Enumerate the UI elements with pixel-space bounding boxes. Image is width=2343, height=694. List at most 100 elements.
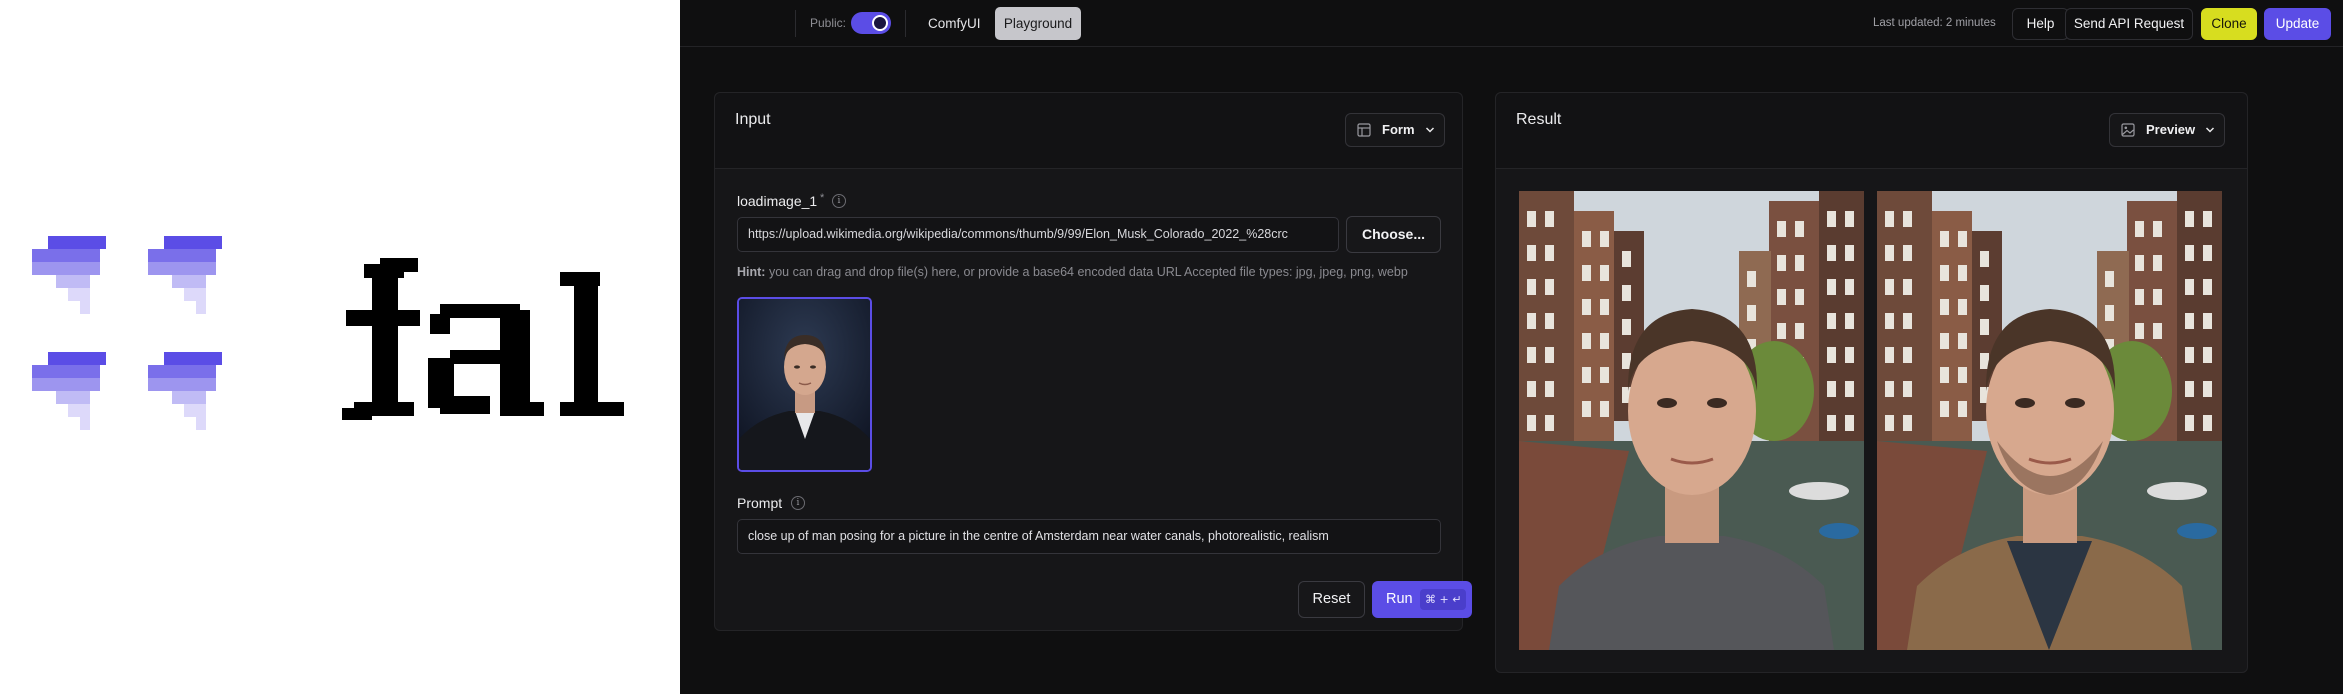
window — [2153, 221, 2162, 237]
window — [2185, 347, 2194, 363]
window — [1545, 279, 1554, 295]
window — [1958, 231, 1967, 247]
last-updated-text: Last updated: 2 minutes — [1873, 17, 1996, 29]
result-panel-title: Result — [1516, 111, 1562, 128]
tab-playground[interactable]: Playground — [995, 7, 1081, 40]
window — [1777, 255, 1786, 271]
logo-step — [32, 262, 100, 275]
window — [2185, 245, 2194, 261]
window — [1827, 313, 1836, 329]
window — [1903, 415, 1912, 431]
logo-step — [32, 365, 100, 378]
tab-comfyui[interactable]: ComfyUI — [918, 7, 991, 40]
logo-step — [48, 352, 106, 365]
eye — [2065, 398, 2085, 408]
result-image[interactable] — [1519, 191, 1864, 650]
window — [2203, 347, 2212, 363]
window — [1747, 271, 1756, 287]
window — [2203, 313, 2212, 329]
window — [1845, 245, 1854, 261]
logo-step — [32, 249, 100, 262]
chevron-down-icon — [1425, 127, 1435, 133]
clone-button[interactable]: Clone — [2201, 8, 2257, 40]
window — [1885, 347, 1894, 363]
window — [1958, 367, 1967, 383]
window — [1545, 211, 1554, 227]
logo-step — [80, 301, 90, 314]
window — [1903, 279, 1912, 295]
logo-letter-block — [342, 408, 372, 420]
input-panel-title: Input — [735, 111, 771, 128]
window — [1845, 279, 1854, 295]
top-bar: Public: ComfyUI Playground Last updated:… — [680, 0, 2343, 47]
info-icon[interactable] — [791, 496, 805, 510]
window — [1545, 347, 1554, 363]
run-shortcut-hint: ⌘ + ↵ — [1420, 589, 1467, 610]
input-panel: Input Form loadimage_1 * https://upload.… — [714, 92, 1472, 631]
window — [1582, 265, 1591, 281]
window — [1827, 381, 1836, 397]
public-toggle[interactable] — [851, 12, 891, 34]
logo-wordmark-text: fal — [0, 0, 2, 1]
boat — [1789, 482, 1849, 500]
info-icon[interactable] — [832, 194, 846, 208]
reset-button[interactable]: Reset — [1298, 581, 1365, 618]
window — [1545, 313, 1554, 329]
help-button[interactable]: Help — [2012, 8, 2069, 40]
window — [1795, 323, 1804, 339]
logo-step — [148, 262, 216, 275]
window — [2135, 221, 2144, 237]
window — [1545, 415, 1554, 431]
window — [1795, 221, 1804, 237]
run-label: Run — [1386, 591, 1413, 607]
window — [2153, 255, 2162, 271]
window — [1600, 299, 1609, 315]
update-button[interactable]: Update — [2264, 8, 2331, 40]
send-api-request-button[interactable]: Send API Request — [2065, 8, 2193, 40]
eye — [1707, 398, 1727, 408]
logo-letter-block — [560, 402, 624, 416]
window — [1827, 245, 1836, 261]
window — [2185, 415, 2194, 431]
window — [1885, 279, 1894, 295]
window — [2185, 313, 2194, 329]
choose-file-button[interactable]: Choose... — [1346, 216, 1441, 253]
preview-view-label: Preview — [2146, 122, 2196, 137]
uploaded-image-thumbnail[interactable] — [737, 297, 872, 472]
image-icon — [2121, 123, 2135, 137]
window — [1582, 231, 1591, 247]
window — [1527, 313, 1536, 329]
window — [2135, 255, 2144, 271]
result-image[interactable] — [1877, 191, 2222, 650]
logo-letter-block — [450, 350, 510, 364]
hint-prefix: Hint: — [737, 265, 766, 279]
window — [1827, 415, 1836, 431]
result-photo-amsterdam — [1877, 191, 2222, 650]
window — [1845, 211, 1854, 227]
window — [2185, 279, 2194, 295]
divider — [795, 10, 796, 37]
logo-step — [184, 404, 206, 417]
canal-building — [1819, 191, 1864, 461]
logo-letter-block — [372, 268, 398, 416]
window — [2153, 323, 2162, 339]
logo-step — [172, 275, 206, 288]
form-view-select[interactable]: Form — [1345, 113, 1445, 147]
window — [1845, 381, 1854, 397]
window — [1827, 211, 1836, 227]
window — [1885, 245, 1894, 261]
image-url-input[interactable]: https://upload.wikimedia.org/wikipedia/c… — [737, 217, 1339, 252]
window — [2135, 323, 2144, 339]
preview-view-select[interactable]: Preview — [2109, 113, 2225, 147]
window — [1958, 401, 1967, 417]
eye — [2015, 398, 2035, 408]
window — [1582, 299, 1591, 315]
window — [1940, 299, 1949, 315]
hint-text: you can drag and drop file(s) here, or p… — [765, 265, 1408, 279]
window — [1582, 401, 1591, 417]
run-button[interactable]: Run ⌘ + ↵ — [1372, 581, 1472, 618]
prompt-input[interactable]: close up of man posing for a picture in … — [737, 519, 1441, 554]
logo-step — [172, 391, 206, 404]
window — [1622, 319, 1631, 335]
logo-step — [32, 378, 100, 391]
